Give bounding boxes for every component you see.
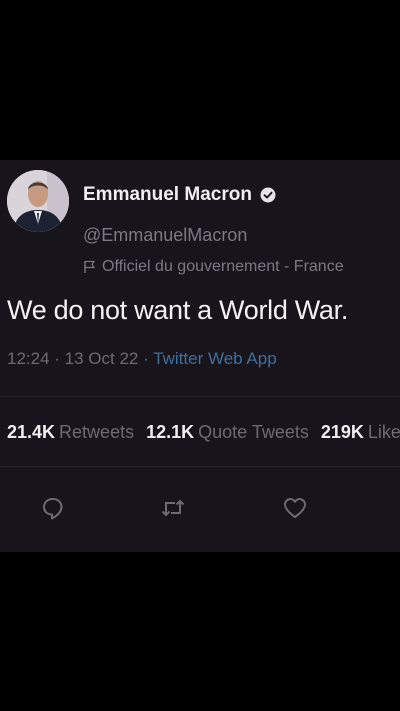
- tweet-actions: [0, 495, 400, 525]
- retweets-label: Retweets: [59, 422, 135, 442]
- government-label-text: Officiel du gouvernement - France: [102, 258, 344, 275]
- quote-tweets-count: 12.1K: [146, 422, 195, 442]
- retweets-count: 21.4K: [7, 422, 56, 442]
- quote-tweets-stat[interactable]: 12.1K Quote Tweets: [146, 422, 309, 443]
- avatar[interactable]: [7, 170, 69, 232]
- divider: [0, 396, 400, 397]
- like-icon[interactable]: [282, 495, 308, 521]
- likes-count: 219K: [320, 422, 364, 442]
- author-display-name[interactable]: Emmanuel Macron: [83, 184, 252, 206]
- likes-label: Likes: [367, 422, 400, 442]
- reply-icon[interactable]: [40, 495, 66, 521]
- author-handle[interactable]: @EmmanuelMacron: [83, 225, 247, 246]
- tweet-date[interactable]: 13 Oct 22: [65, 349, 139, 368]
- quote-tweets-label: Quote Tweets: [198, 422, 309, 442]
- retweet-icon[interactable]: [160, 495, 186, 521]
- engagement-stats: 21.4K Retweets 12.1K Quote Tweets 219K Like…: [7, 422, 400, 443]
- government-label[interactable]: Officiel du gouvernement - France: [83, 258, 344, 276]
- tweet-card: Emmanuel Macron @EmmanuelMacron Officiel…: [0, 160, 400, 552]
- verified-badge-icon: [260, 187, 276, 203]
- tweet-source[interactable]: Twitter Web App: [153, 349, 276, 368]
- meta-separator: ·: [54, 349, 65, 368]
- meta-separator: ·: [143, 349, 154, 368]
- tweet-time[interactable]: 12:24: [7, 349, 50, 368]
- retweets-stat[interactable]: 21.4K Retweets: [7, 422, 134, 443]
- divider: [0, 466, 400, 467]
- government-flag-icon: [83, 260, 96, 274]
- tweet-meta: 12:24 · 13 Oct 22 · Twitter Web App: [7, 349, 277, 369]
- author-name-row[interactable]: Emmanuel Macron: [83, 184, 276, 206]
- tweet-text: We do not want a World War.: [7, 295, 349, 325]
- likes-stat[interactable]: 219KLikes: [321, 422, 400, 443]
